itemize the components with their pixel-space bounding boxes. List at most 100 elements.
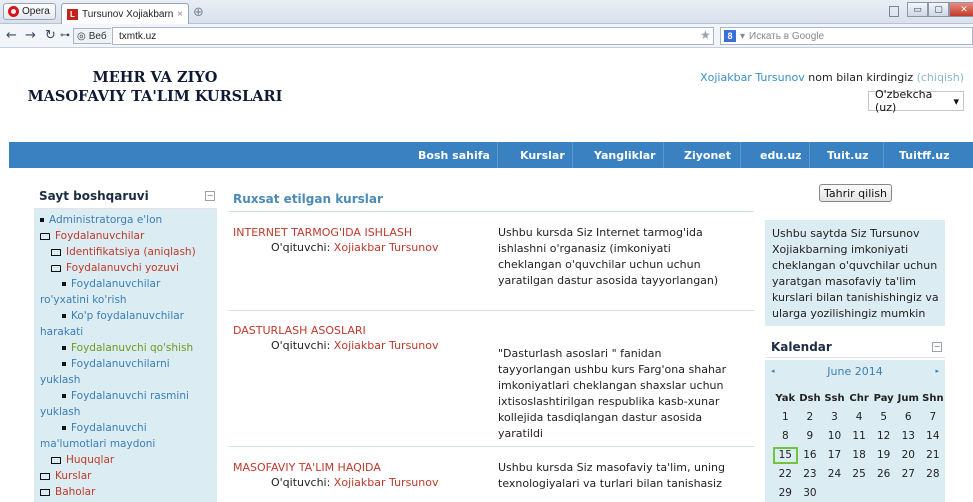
forward-arrow-icon[interactable]: → xyxy=(25,28,36,43)
tree-item-label[interactable]: Ko'p foydalanuvchilar xyxy=(71,310,184,322)
tree-item[interactable]: ma'lumotlari maydoni xyxy=(40,436,213,452)
user-link[interactable]: Xojiakbar Tursunov xyxy=(700,71,805,84)
tree-item-label[interactable]: Administratorga e'lon xyxy=(49,214,162,226)
calendar-month[interactable]: June 2014 xyxy=(765,365,945,378)
logout-link[interactable]: (chiqish) xyxy=(917,71,964,84)
edit-button[interactable]: Tahrir qilish xyxy=(819,184,892,202)
tree-item-label[interactable]: yuklash xyxy=(40,374,80,386)
tree-item[interactable]: ro'yxatini ko'rish xyxy=(40,292,213,308)
tree-item[interactable]: Huquqlar xyxy=(40,452,213,468)
calendar-day[interactable]: 22 xyxy=(773,466,798,483)
back-arrow-icon[interactable]: ← xyxy=(6,28,17,43)
course-name-link[interactable]: DASTURLASH ASOSLARI xyxy=(233,324,366,337)
tree-item-label[interactable]: Foydalanuvchi yozuvi xyxy=(66,262,179,274)
calendar-day[interactable]: 17 xyxy=(822,447,847,464)
calendar-day[interactable]: 10 xyxy=(822,428,847,445)
calendar-day[interactable]: 2 xyxy=(798,409,823,426)
calendar-day[interactable]: 21 xyxy=(921,447,946,464)
menu-tuitff-uz[interactable]: Tuitff.uz xyxy=(899,142,949,168)
minimize-icon[interactable]: ▭ xyxy=(907,2,928,17)
course-name-link[interactable]: MASOFAVIY TA'LIM HAQIDA xyxy=(233,461,381,474)
course-name-link[interactable]: INTERNET TARMOG'IDA ISHLASH xyxy=(233,226,412,239)
reload-icon[interactable]: ↻ xyxy=(45,28,56,43)
tree-item-label[interactable]: Foydalanuvchi xyxy=(71,422,147,434)
tree-item-label[interactable]: ma'lumotlari maydoni xyxy=(40,438,155,450)
menu-yangliklar[interactable]: Yangliklar xyxy=(594,142,656,168)
search-input[interactable]: 8 ▾ Искать в Google xyxy=(720,27,973,45)
calendar-day[interactable]: 30 xyxy=(798,485,823,502)
close-window-icon[interactable]: ✕ xyxy=(949,2,973,17)
tree-item[interactable]: Foydalanuvchilarni xyxy=(40,356,213,372)
tree-item-label[interactable]: Huquqlar xyxy=(66,454,114,466)
bookmarks-panel-icon[interactable] xyxy=(889,6,899,17)
calendar-day[interactable]: 12 xyxy=(871,428,896,445)
tree-item-label[interactable]: Kurslar xyxy=(55,470,91,482)
next-month-icon[interactable]: ▸ xyxy=(935,367,939,375)
calendar-day[interactable]: 29 xyxy=(773,485,798,502)
maximize-icon[interactable]: ▢ xyxy=(928,2,949,17)
calendar-day[interactable]: 8 xyxy=(773,428,798,445)
tree-item[interactable]: yuklash xyxy=(40,372,213,388)
address-bar[interactable]: txmtk.uz xyxy=(112,27,714,45)
tree-item[interactable]: Foydalanuvchi qo'shish xyxy=(40,340,213,356)
teacher-link[interactable]: Xojiakbar Tursunov xyxy=(334,241,439,254)
tree-item-label[interactable]: Baholar xyxy=(55,486,95,498)
tree-item-label[interactable]: Foydalanuvchilarni xyxy=(71,358,170,370)
new-tab-icon[interactable]: ⊕ xyxy=(193,5,204,20)
key-icon[interactable]: ⊶ xyxy=(60,30,70,41)
tree-item-label[interactable]: Foydalanuvchilar xyxy=(71,278,160,290)
menu-bosh-sahifa[interactable]: Bosh sahifa xyxy=(418,142,490,168)
menu-kurslar[interactable]: Kurslar xyxy=(520,142,565,168)
tree-item-label[interactable]: Foydalanuvchi rasmini xyxy=(71,390,189,402)
tree-item[interactable]: Baholar xyxy=(40,484,213,500)
calendar-day[interactable]: 19 xyxy=(871,447,896,464)
web-badge[interactable]: ◎ Веб xyxy=(73,28,111,44)
tree-item-label[interactable]: Foydalanuvchilar xyxy=(55,230,144,242)
tree-item[interactable]: Administratorga e'lon xyxy=(40,212,213,228)
tree-item[interactable]: Foydalanuvchi xyxy=(40,420,213,436)
calendar-day[interactable]: 24 xyxy=(822,466,847,483)
calendar-day[interactable]: 20 xyxy=(896,447,921,464)
tree-item[interactable]: Ko'p foydalanuvchilar xyxy=(40,308,213,324)
calendar-day[interactable]: 3 xyxy=(822,409,847,426)
language-select[interactable]: O'zbekcha (uz) ▾ xyxy=(868,88,964,114)
opera-menu-button[interactable]: Opera xyxy=(3,3,56,20)
calendar-day[interactable]: 6 xyxy=(896,409,921,426)
calendar-day[interactable]: 4 xyxy=(847,409,872,426)
site-title[interactable]: MEHR VA ZIYO MASOFAVIY TA'LIM KURSLARI xyxy=(25,68,285,106)
tree-item-label[interactable]: Identifikatsiya (aniqlash) xyxy=(66,246,196,258)
star-icon[interactable]: ★ xyxy=(700,28,711,42)
tree-item[interactable]: Foydalanuvchi yozuvi xyxy=(40,260,213,276)
tree-item[interactable]: Kurslar xyxy=(40,468,213,484)
tree-item[interactable]: Identifikatsiya (aniqlash) xyxy=(40,244,213,260)
calendar-day[interactable]: 13 xyxy=(896,428,921,445)
tree-item[interactable]: yuklash xyxy=(40,404,213,420)
calendar-day[interactable]: 7 xyxy=(921,409,946,426)
teacher-link[interactable]: Xojiakbar Tursunov xyxy=(334,476,439,489)
tree-item[interactable]: Foydalanuvchilar xyxy=(40,276,213,292)
menu-tuit-uz[interactable]: Tuit.uz xyxy=(827,142,869,168)
menu-ziyonet[interactable]: Ziyonet xyxy=(684,142,731,168)
calendar-day[interactable]: 26 xyxy=(871,466,896,483)
calendar-day[interactable]: 16 xyxy=(798,447,823,464)
calendar-day[interactable]: 11 xyxy=(847,428,872,445)
tree-item-label[interactable]: yuklash xyxy=(40,406,80,418)
tree-item-label[interactable]: ro'yxatini ko'rish xyxy=(40,294,127,306)
calendar-day[interactable]: 5 xyxy=(871,409,896,426)
tree-item-label[interactable]: harakati xyxy=(40,326,83,338)
browser-tab[interactable]: L Tursunov Xojiakbarnin... × xyxy=(61,3,189,24)
tab-close-icon[interactable]: × xyxy=(177,9,183,20)
calendar-day[interactable]: 1 xyxy=(773,409,798,426)
calendar-day[interactable]: 18 xyxy=(847,447,872,464)
tree-item[interactable]: Foydalanuvchi rasmini xyxy=(40,388,213,404)
search-dropdown-icon[interactable]: ▾ xyxy=(740,31,745,42)
calendar-day[interactable]: 25 xyxy=(847,466,872,483)
collapse-icon[interactable]: − xyxy=(932,341,942,352)
collapse-icon[interactable]: − xyxy=(205,190,215,201)
calendar-day[interactable]: 28 xyxy=(921,466,946,483)
teacher-link[interactable]: Xojiakbar Tursunov xyxy=(334,339,439,352)
tree-item-label[interactable]: Foydalanuvchi qo'shish xyxy=(71,342,193,354)
calendar-day[interactable]: 27 xyxy=(896,466,921,483)
menu-edu-uz[interactable]: edu.uz xyxy=(760,142,802,168)
calendar-day[interactable]: 23 xyxy=(798,466,823,483)
